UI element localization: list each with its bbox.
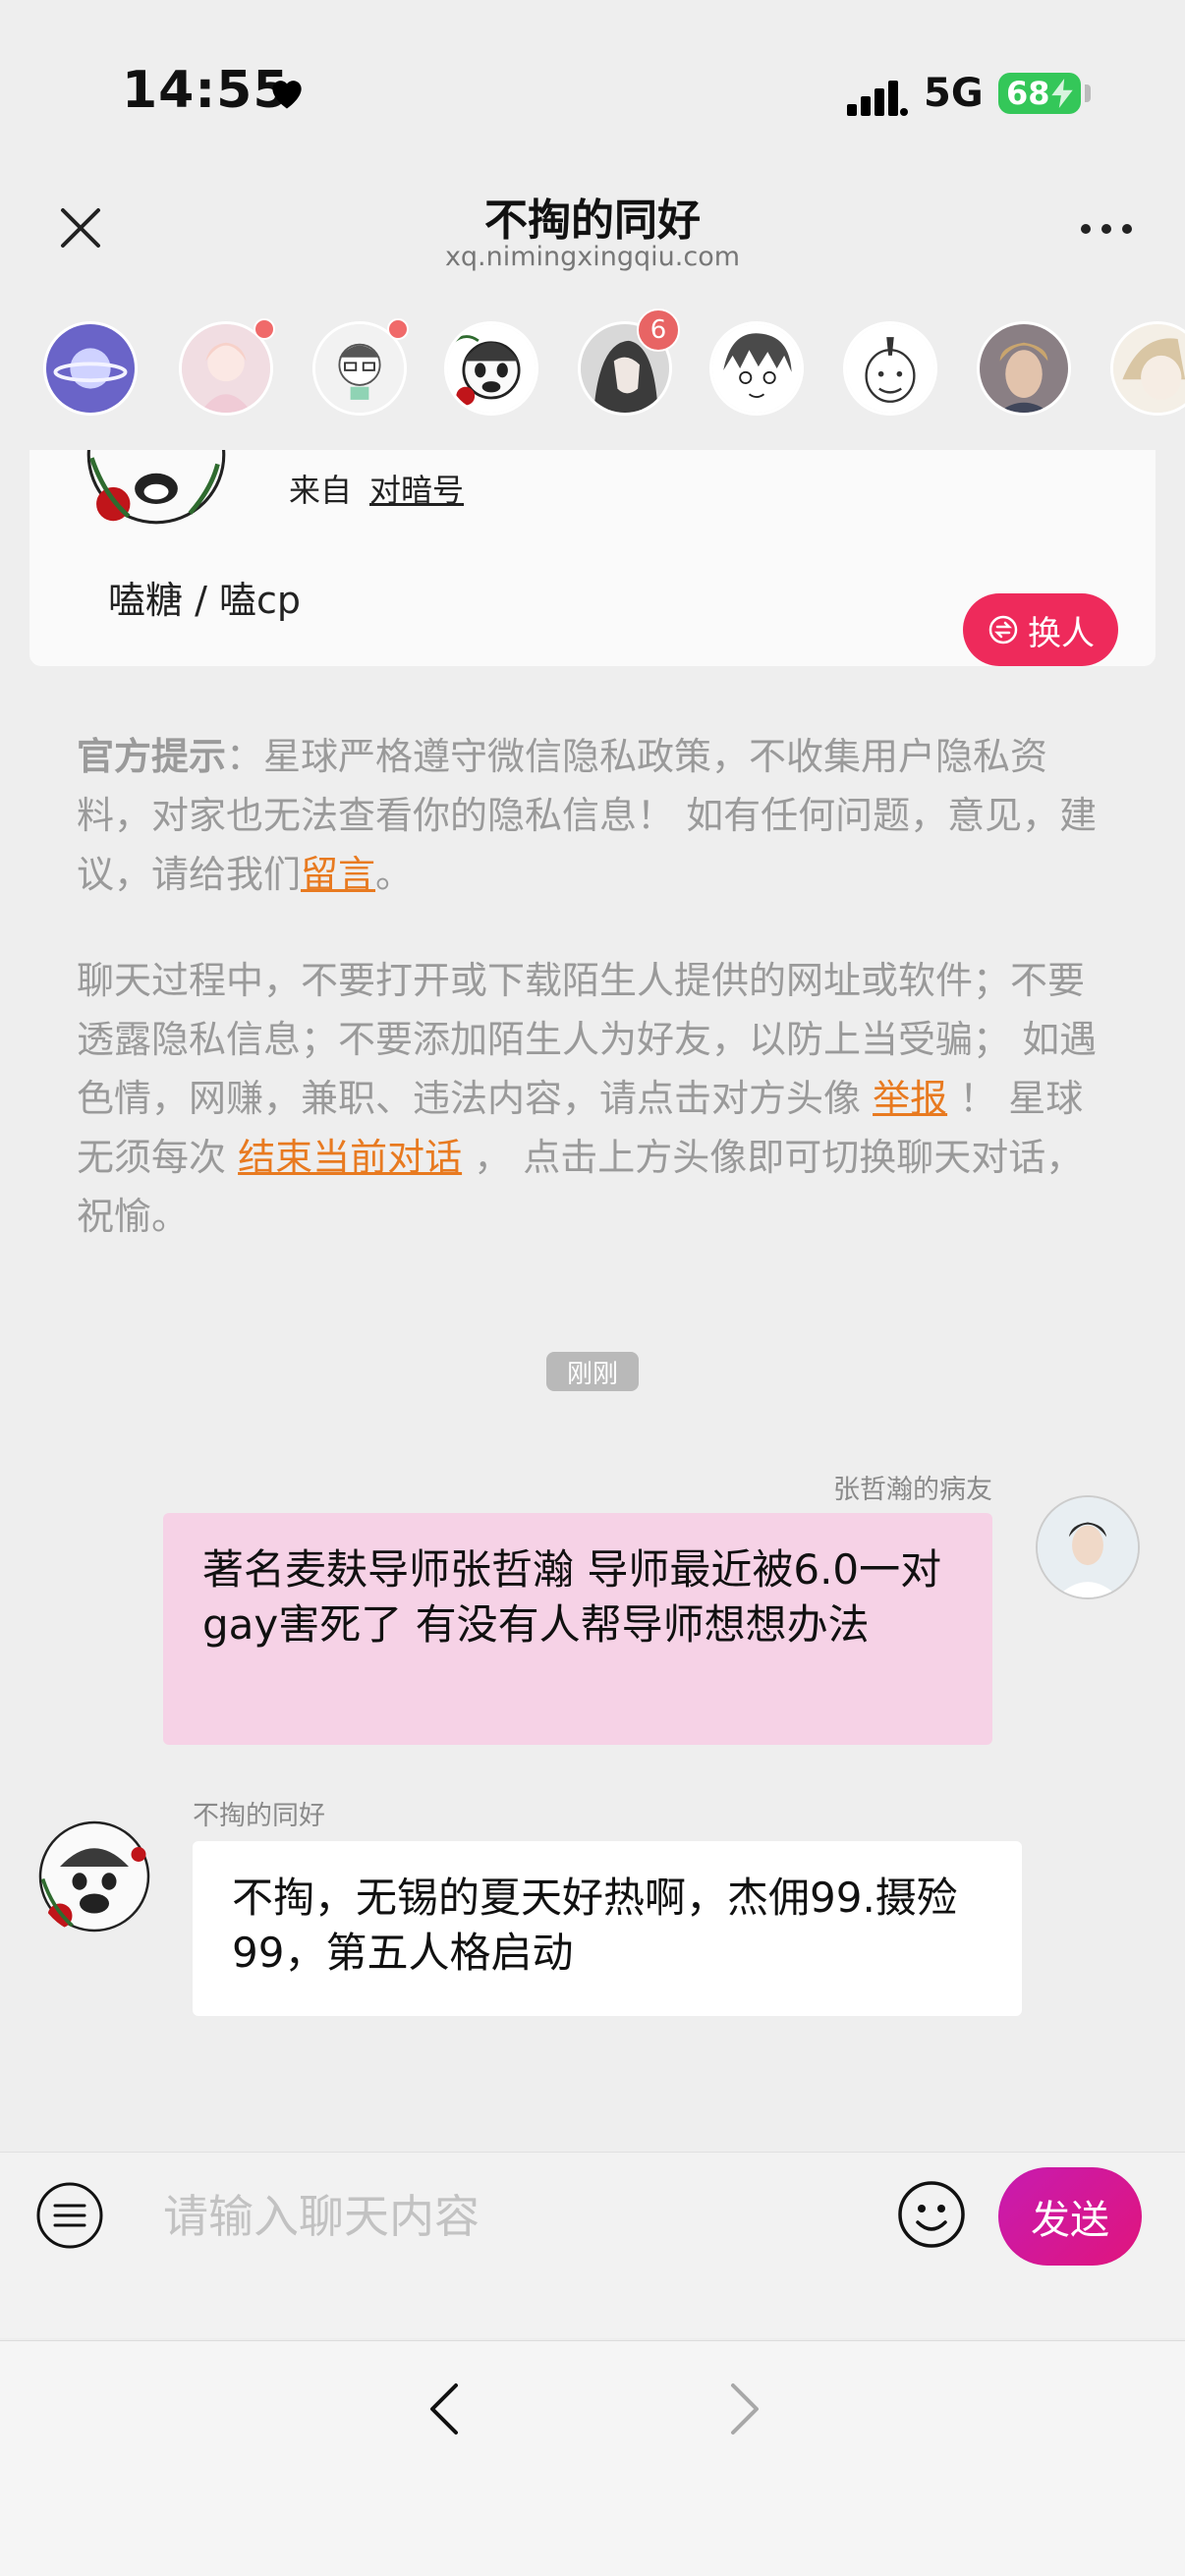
avatar-cartoon-man[interactable] [843,321,937,416]
interest-tag: 嗑糖 / 嗑cp [108,579,301,622]
notice-text: ：星球严格遵守微信隐私政策，不收集用户隐私资料，对家也无法查看你的隐私信息！ 如… [77,735,1098,896]
network-type: 5G [924,71,984,116]
swap-label: 换人 [1028,613,1095,653]
planet-icon [46,324,135,413]
from-source-link[interactable]: 对暗号 [369,466,464,511]
unread-dot [254,318,275,340]
avatar-manga-face[interactable] [444,321,538,416]
report-link[interactable]: 举报 [873,1077,947,1120]
from-label: 来自 [289,472,353,509]
chat-input[interactable] [163,2185,851,2248]
status-time: 14:55 [122,61,290,120]
charging-bolt-icon [1051,79,1073,108]
signal-icon [847,81,908,116]
unread-count-badge: 6 [637,308,680,352]
avatar-blonde-man[interactable] [977,321,1071,416]
page-subtitle: xq.nimingxingqiu.com [444,242,741,272]
avatar-partial[interactable] [1110,321,1185,416]
profile-avatar[interactable] [83,450,230,529]
notice-end: 。 [375,853,414,896]
safety-notice: 聊天过程中，不要打开或下载陌生人提供的网址或软件；不要透露隐私信息；不要添加陌生… [77,951,1114,1246]
swap-icon [988,615,1018,644]
avatar-planet[interactable] [43,321,138,416]
end-chat-link[interactable]: 结束当前对话 [238,1136,462,1179]
send-button[interactable]: 发送 [998,2167,1142,2266]
timestamp-pill: 刚刚 [546,1352,639,1391]
heart-icon [272,81,302,109]
feedback-link[interactable]: 留言 [301,853,375,896]
battery-indicator: 68 [998,73,1091,114]
avatar-anime-sketch[interactable] [709,321,804,416]
official-notice: 官方提示：星球严格遵守微信隐私政策，不收集用户隐私资料，对家也无法查看你的隐私信… [77,727,1114,904]
unread-dot [387,318,409,340]
notice-heading: 官方提示 [77,735,227,778]
battery-level: 68 [1006,75,1050,112]
forward-arrow-icon[interactable] [723,2380,766,2438]
incoming-sender-name: 不掏的同好 [193,1801,325,1831]
browser-nav-bar [0,2340,1185,2576]
more-icon[interactable] [1079,222,1134,236]
self-avatar[interactable] [1036,1495,1140,1599]
outgoing-sender-name: 张哲瀚的病友 [833,1475,992,1505]
incoming-message-bubble: 不掏，无锡的夏天好热啊，杰佣99.摄殓99，第五人格启动 [193,1841,1022,2016]
menu-icon[interactable] [35,2181,104,2250]
outgoing-message-bubble: 著名麦麸导师张哲瀚 导师最近被6.0一对gay害死了 有没有人帮导师想想办法 [163,1513,992,1745]
partner-avatar[interactable] [35,1818,153,1935]
page-title: 不掏的同好 [484,196,701,246]
emoji-icon[interactable] [896,2179,967,2250]
back-arrow-icon[interactable] [423,2380,466,2438]
swap-person-button[interactable]: 换人 [963,593,1118,666]
